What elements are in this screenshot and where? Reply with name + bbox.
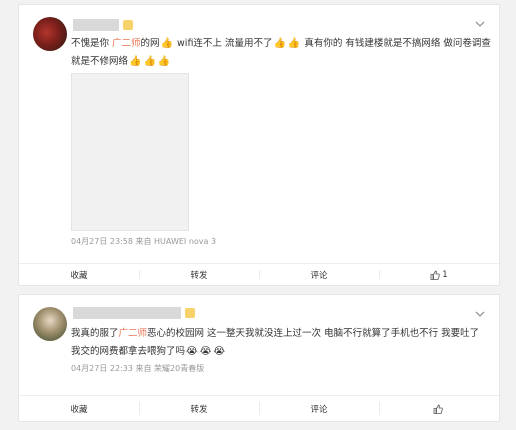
crying-face-icon: 😭 xyxy=(186,346,198,357)
thumbs-up-icon: 👍 xyxy=(157,56,171,67)
like-count: 1 xyxy=(442,269,448,280)
thumbs-up-icon: 👍 xyxy=(143,56,156,67)
action-bar: 收藏 转发 评论 1 xyxy=(19,263,499,285)
like-button[interactable] xyxy=(379,396,499,421)
repost-button[interactable]: 转发 xyxy=(139,396,259,421)
thumbs-up-icon: 👍 xyxy=(129,56,142,67)
repost-button[interactable]: 转发 xyxy=(139,264,259,285)
chevron-down-icon[interactable] xyxy=(473,17,487,31)
crying-face-icon: 😭 xyxy=(199,346,212,357)
username-redacted[interactable] xyxy=(73,19,119,31)
favorite-button[interactable]: 收藏 xyxy=(19,396,139,421)
post-meta: 04月27日 22:33 来自 荣耀20青春版 xyxy=(71,364,205,373)
user-badge-icon xyxy=(123,20,133,30)
thumbs-up-icon: 👍 xyxy=(273,38,286,49)
post-card: 我真的服了广二师恶心的校园网 这一整天我就没连上过一次 电脑不行就算了手机也不行… xyxy=(18,294,500,422)
comment-button[interactable]: 评论 xyxy=(259,264,379,285)
favorite-button[interactable]: 收藏 xyxy=(19,264,139,285)
topic-link[interactable]: 广二师 xyxy=(112,38,141,49)
post-text: 不愧是你 广二师的网👍 wifi连不上 流量用不了👍 👍 真有你的 有钱建楼就是不… xyxy=(71,35,491,71)
thumbs-up-icon xyxy=(430,270,441,280)
like-button[interactable]: 1 xyxy=(379,264,499,285)
user-badge-icon xyxy=(185,308,195,318)
action-bar: 收藏 转发 评论 xyxy=(19,395,499,421)
thumbs-up-icon: 👍 xyxy=(287,38,301,49)
post-card: 不愧是你 广二师的网👍 wifi连不上 流量用不了👍 👍 真有你的 有钱建楼就是不… xyxy=(18,4,500,286)
comment-button[interactable]: 评论 xyxy=(259,396,379,421)
avatar[interactable] xyxy=(33,307,67,341)
chevron-down-icon[interactable] xyxy=(473,307,487,321)
post-image-redacted[interactable] xyxy=(71,73,189,231)
thumbs-up-icon: 👍 xyxy=(160,38,174,49)
post-meta: 04月27日 23:58 来自 HUAWEI nova 3 xyxy=(71,237,217,246)
crying-face-icon: 😭 xyxy=(213,346,226,357)
topic-link[interactable]: 广二师 xyxy=(119,328,148,339)
avatar[interactable] xyxy=(33,17,67,51)
thumbs-up-icon xyxy=(433,404,443,414)
post-text: 我真的服了广二师恶心的校园网 这一整天我就没连上过一次 电脑不行就算了手机也不行… xyxy=(71,325,491,361)
username-redacted[interactable] xyxy=(73,307,181,319)
